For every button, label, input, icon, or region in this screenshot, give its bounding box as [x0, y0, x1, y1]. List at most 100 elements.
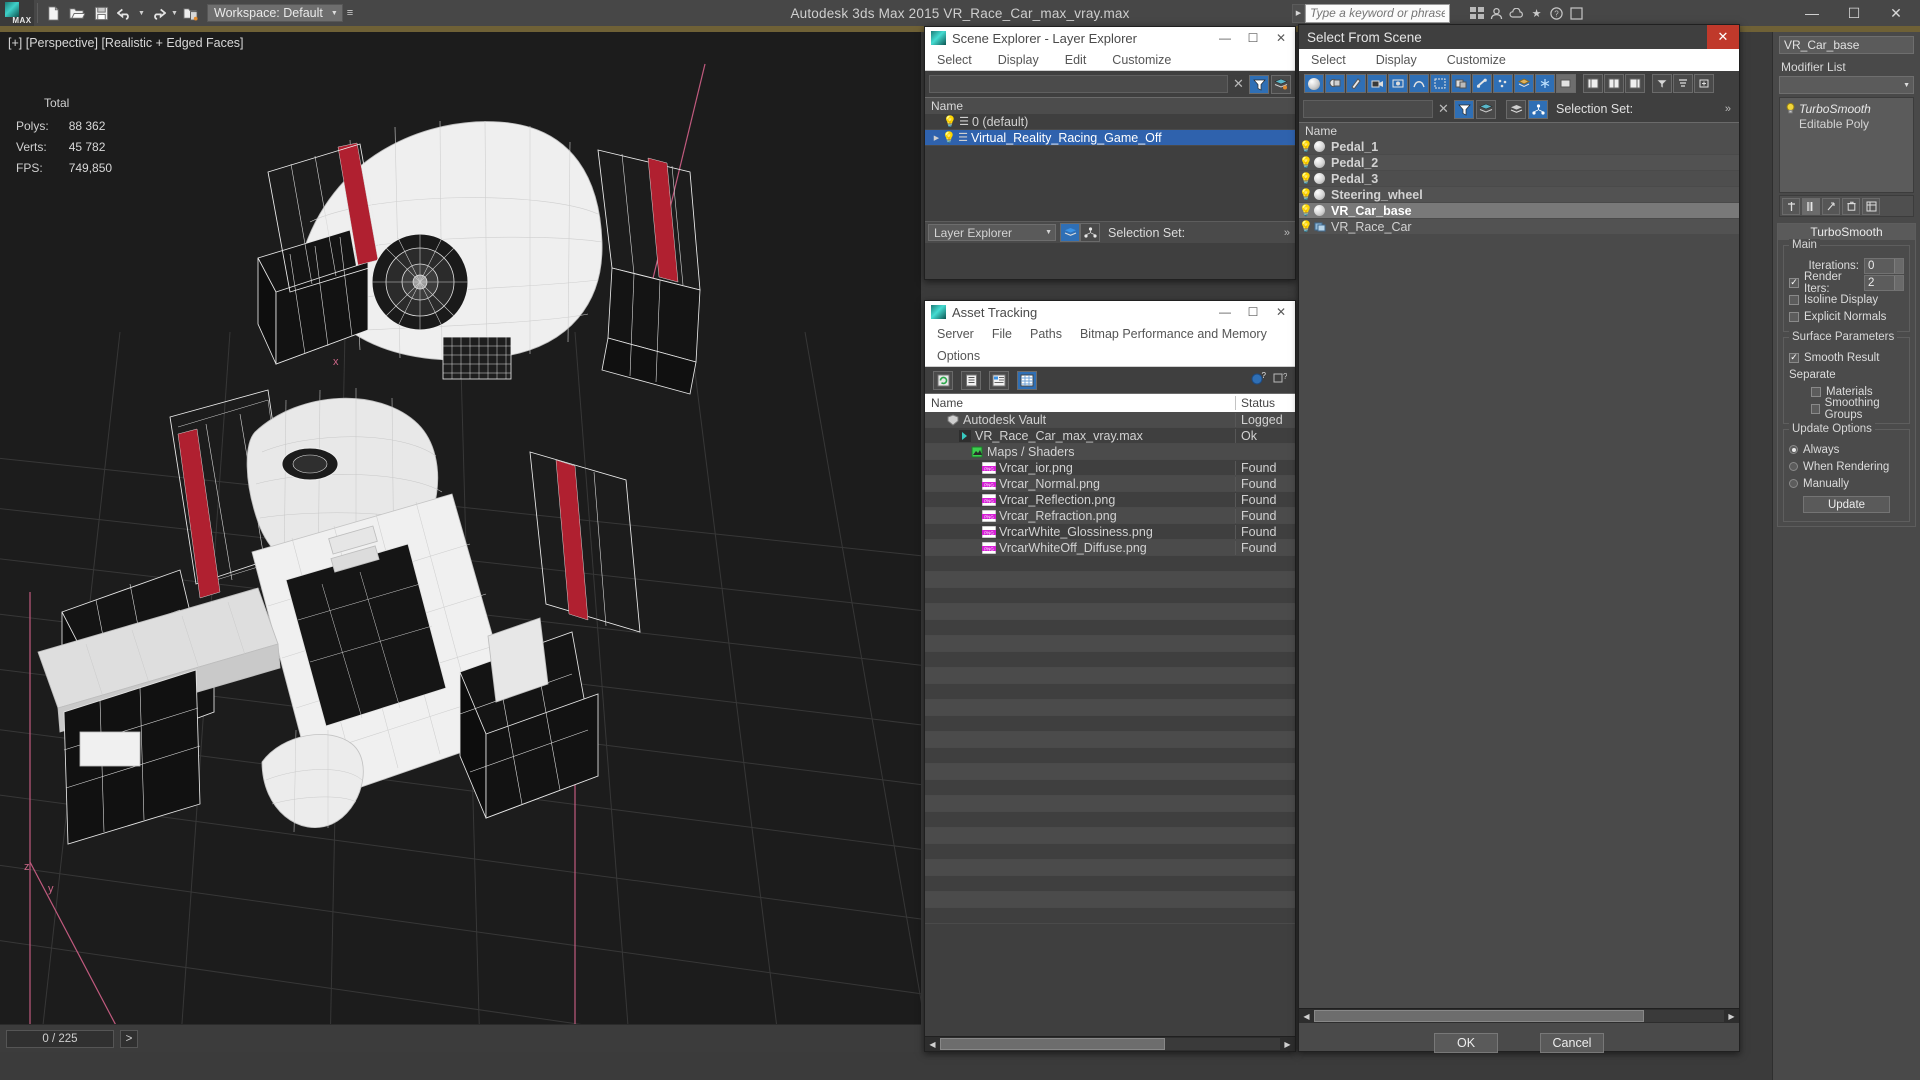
- grid-icon[interactable]: [1468, 5, 1485, 22]
- question-help-icon[interactable]: ?: [1272, 372, 1288, 389]
- asset-row[interactable]: PNG Vrcar_Normal.png Found: [925, 476, 1295, 492]
- sort-by-icon[interactable]: [1673, 74, 1693, 93]
- filter-shapes-icon[interactable]: [1325, 74, 1345, 93]
- modifier-stack-item-turbosmooth[interactable]: TurboSmooth: [1780, 101, 1913, 116]
- scene-explorer-layer-list[interactable]: 💡 ☰ 0 (default) ▶ 💡 ☰ Virtual_Reality_Ra…: [925, 114, 1295, 218]
- light-bulb-icon[interactable]: 💡: [943, 115, 957, 128]
- layer-row[interactable]: ▶ 💡 ☰ Virtual_Reality_Racing_Game_Off: [925, 130, 1295, 146]
- help-icon[interactable]: ?: [1548, 5, 1565, 22]
- render-iters-checkbox[interactable]: ✓: [1789, 277, 1799, 288]
- search-expand-icon[interactable]: ▶: [1292, 3, 1305, 23]
- asset-tracking-list[interactable]: Autodesk Vault Logged VR_Race_Car_max_vr…: [925, 412, 1295, 1011]
- smoothing-groups-checkbox[interactable]: [1811, 403, 1820, 414]
- light-bulb-icon[interactable]: 💡: [1299, 188, 1313, 201]
- menu-item-paths[interactable]: Paths: [1030, 327, 1062, 341]
- overflow-icon[interactable]: »: [1725, 103, 1731, 115]
- command-panel[interactable]: VR_Car_base Modifier List ▼ TurboSmooth …: [1772, 32, 1920, 1080]
- asset-tracking-minimize-button[interactable]: —: [1211, 301, 1239, 323]
- filter-xrefs-icon[interactable]: [1451, 74, 1471, 93]
- modifier-stack-item-editable-poly[interactable]: Editable Poly: [1780, 116, 1913, 131]
- filter-cameras-icon[interactable]: [1367, 74, 1387, 93]
- scene-explorer-search-input[interactable]: [929, 75, 1228, 93]
- menu-item-options[interactable]: Options: [937, 349, 980, 363]
- rollout-title[interactable]: TurboSmooth: [1778, 224, 1915, 240]
- frame-indicator[interactable]: 0 / 225: [6, 1029, 114, 1048]
- asset-row[interactable]: PNG VrcarWhite_Glossiness.png Found: [925, 524, 1295, 540]
- modifier-list-dropdown[interactable]: ▼: [1779, 76, 1914, 94]
- viewport[interactable]: [+] [Perspective] [Realistic + Edged Fac…: [0, 32, 921, 1052]
- scroll-left-icon[interactable]: ◀: [1299, 1012, 1314, 1021]
- lightbulb-icon[interactable]: [1786, 103, 1799, 114]
- layer-row[interactable]: 💡 ☰ 0 (default): [925, 114, 1295, 130]
- close-button[interactable]: ✕: [1876, 1, 1916, 25]
- ok-button[interactable]: OK: [1434, 1033, 1498, 1053]
- select-from-scene-dialog[interactable]: Select From Scene ✕ Select Display Custo…: [1298, 24, 1740, 1053]
- when-rendering-radio[interactable]: [1789, 462, 1798, 471]
- configure-sets-icon[interactable]: [1862, 197, 1880, 215]
- menu-item-file[interactable]: File: [992, 327, 1012, 341]
- filter-lights-icon[interactable]: [1346, 74, 1366, 93]
- refresh-icon[interactable]: [933, 370, 953, 390]
- undo-dropdown-icon[interactable]: ▼: [137, 10, 146, 17]
- object-row[interactable]: 💡 VR_Car_base: [1299, 203, 1739, 219]
- column-layout-1-icon[interactable]: [1583, 74, 1603, 93]
- remove-modifier-icon[interactable]: [1842, 197, 1860, 215]
- next-frame-button[interactable]: >: [120, 1029, 138, 1048]
- always-radio[interactable]: [1789, 445, 1798, 454]
- pin-stack-icon[interactable]: [1782, 197, 1800, 215]
- asset-row[interactable]: PNG Vrcar_Reflection.png Found: [925, 492, 1295, 508]
- menu-item-bitmap-performance[interactable]: Bitmap Performance and Memory: [1080, 327, 1267, 341]
- menu-item-server[interactable]: Server: [937, 327, 974, 341]
- menu-item-display[interactable]: Display: [998, 53, 1039, 67]
- turbosmooth-rollout[interactable]: TurboSmooth Main Iterations: 0 ✓ Render …: [1777, 223, 1916, 527]
- menu-item-edit[interactable]: Edit: [1065, 53, 1087, 67]
- max-logo-icon[interactable]: MAX: [0, 0, 34, 26]
- list-view-icon[interactable]: [961, 370, 981, 390]
- grid-view-icon[interactable]: [1017, 370, 1037, 390]
- advanced-filter-icon[interactable]: [1652, 74, 1672, 93]
- save-file-icon[interactable]: [89, 2, 113, 24]
- select-from-scene-close-button[interactable]: ✕: [1707, 25, 1739, 49]
- materials-checkbox[interactable]: [1811, 386, 1821, 397]
- clear-search-icon[interactable]: ✕: [1230, 76, 1247, 92]
- explorer-mode-selector[interactable]: Layer Explorer ▼: [928, 224, 1056, 241]
- expand-arrow-icon[interactable]: ▶: [931, 134, 942, 142]
- layer-stack-icon[interactable]: [1476, 99, 1496, 119]
- filter-freeze-icon[interactable]: [1535, 74, 1555, 93]
- light-bulb-icon[interactable]: 💡: [1299, 204, 1313, 217]
- minimize-button[interactable]: —: [1792, 1, 1832, 25]
- filter-spacewarps-icon[interactable]: [1409, 74, 1429, 93]
- hierarchy-toggle-icon[interactable]: [1528, 99, 1548, 119]
- column-layout-2-icon[interactable]: [1604, 74, 1624, 93]
- asset-row[interactable]: PNG Vrcar_Refraction.png Found: [925, 508, 1295, 524]
- asset-tracking-window[interactable]: Asset Tracking — ☐ ✕ Server File Paths B…: [924, 300, 1296, 1052]
- object-row[interactable]: 💡 Pedal_2: [1299, 155, 1739, 171]
- maximize-button[interactable]: ☐: [1834, 1, 1874, 25]
- scene-explorer-window[interactable]: Scene Explorer - Layer Explorer — ☐ ✕ Se…: [924, 26, 1296, 280]
- menu-item-customize[interactable]: Customize: [1447, 53, 1506, 67]
- show-end-result-icon[interactable]: [1802, 197, 1820, 215]
- undo-icon[interactable]: [113, 2, 137, 24]
- filter-particles-icon[interactable]: [1493, 74, 1513, 93]
- cloud-icon[interactable]: [1508, 5, 1525, 22]
- manually-radio[interactable]: [1789, 479, 1798, 488]
- asset-tracking-hscrollbar[interactable]: ◀ ▶: [925, 1036, 1295, 1051]
- asset-row[interactable]: VR_Race_Car_max_vray.max Ok: [925, 428, 1295, 444]
- light-bulb-icon[interactable]: 💡: [1299, 156, 1313, 169]
- filter-container-icon[interactable]: [1514, 74, 1534, 93]
- update-button[interactable]: Update: [1803, 496, 1890, 513]
- isoline-display-checkbox[interactable]: [1789, 294, 1799, 305]
- scene-explorer-maximize-button[interactable]: ☐: [1239, 27, 1267, 49]
- modifier-stack[interactable]: TurboSmooth Editable Poly: [1779, 97, 1914, 193]
- light-bulb-icon[interactable]: 💡: [1299, 220, 1313, 233]
- scene-explorer-minimize-button[interactable]: —: [1211, 27, 1239, 49]
- detail-view-icon[interactable]: [989, 370, 1009, 390]
- filter-icon[interactable]: [1249, 74, 1269, 94]
- menu-item-select[interactable]: Select: [1311, 53, 1346, 67]
- redo-icon[interactable]: [146, 2, 170, 24]
- make-unique-icon[interactable]: [1822, 197, 1840, 215]
- object-row[interactable]: 💡 VR_Race_Car: [1299, 219, 1739, 235]
- filter-icon[interactable]: [1454, 99, 1474, 119]
- scroll-thumb[interactable]: [1314, 1010, 1644, 1022]
- light-bulb-icon[interactable]: 💡: [1299, 140, 1313, 153]
